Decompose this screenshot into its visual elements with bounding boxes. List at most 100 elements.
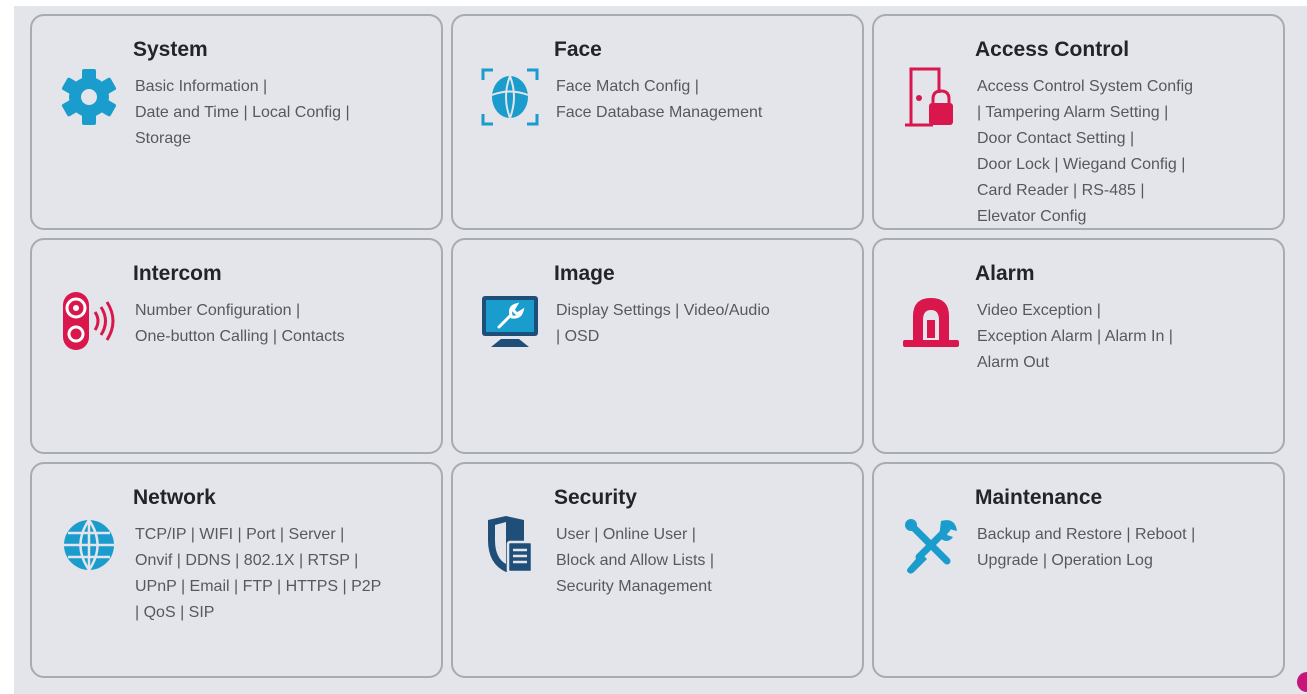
- link-tcp-ip[interactable]: TCP/IP |: [135, 526, 195, 543]
- link-date-and-time[interactable]: Date and Time |: [135, 104, 248, 121]
- link-p2p[interactable]: P2P: [347, 578, 381, 595]
- link-port[interactable]: Port |: [242, 526, 284, 543]
- links-row: Date and Time | Local Config |: [135, 100, 435, 126]
- card-links: Display Settings | Video/Audio | OSD: [556, 298, 856, 350]
- link-onvif[interactable]: Onvif |: [135, 552, 181, 569]
- card-network[interactable]: Network TCP/IP | WIFI | Port | Server | …: [30, 462, 443, 678]
- link-tampering-alarm-setting[interactable]: | Tampering Alarm Setting |: [977, 104, 1168, 121]
- link-elevator-config[interactable]: Elevator Config: [977, 208, 1086, 225]
- link-operation-log[interactable]: Operation Log: [1047, 552, 1152, 569]
- tools-icon: [896, 510, 966, 580]
- gear-icon: [54, 62, 124, 132]
- card-security[interactable]: Security User | Online User | Block and …: [451, 462, 864, 678]
- links-row: | OSD: [556, 324, 856, 350]
- link-basic-information[interactable]: Basic Information |: [135, 78, 267, 95]
- link-face-match-config[interactable]: Face Match Config |: [556, 78, 699, 95]
- link-https[interactable]: HTTPS |: [281, 578, 347, 595]
- links-row: Upgrade | Operation Log: [977, 548, 1277, 574]
- shield-document-icon: [475, 510, 545, 580]
- link-user[interactable]: User |: [556, 526, 598, 543]
- link-upnp[interactable]: UPnP |: [135, 578, 185, 595]
- card-intercom[interactable]: Intercom Number Configuration | One-butt…: [30, 238, 443, 454]
- link-face-database-management[interactable]: Face Database Management: [556, 104, 762, 121]
- link-ftp[interactable]: FTP |: [238, 578, 282, 595]
- card-title: System: [133, 38, 208, 61]
- card-alarm[interactable]: Alarm Video Exception | Exception Alarm …: [872, 238, 1285, 454]
- card-title: Security: [554, 486, 637, 509]
- card-links: Number Configuration | One-button Callin…: [135, 298, 435, 350]
- link-ddns[interactable]: DDNS |: [181, 552, 239, 569]
- links-row: | Tampering Alarm Setting |: [977, 100, 1277, 126]
- link-storage[interactable]: Storage: [135, 130, 191, 147]
- link-backup-and-restore[interactable]: Backup and Restore: [977, 526, 1126, 543]
- link-block-and-allow-lists[interactable]: Block and Allow Lists |: [556, 552, 714, 569]
- settings-grid: System Basic Information | Date and Time…: [30, 14, 1285, 678]
- link-osd[interactable]: | OSD: [556, 328, 599, 345]
- card-maintenance[interactable]: Maintenance Backup and Restore | Reboot …: [872, 462, 1285, 678]
- link-802-1x[interactable]: 802.1X |: [239, 552, 303, 569]
- link-video-exception[interactable]: Video Exception |: [977, 302, 1101, 319]
- links-row: Access Control System Config: [977, 74, 1277, 100]
- card-title: Face: [554, 38, 602, 61]
- card-title: Access Control: [975, 38, 1130, 61]
- card-image[interactable]: Image Display Settings | Video/Audio | O…: [451, 238, 864, 454]
- links-row: Basic Information |: [135, 74, 435, 100]
- link-online-user[interactable]: Online User |: [598, 526, 696, 543]
- links-row: Security Management: [556, 574, 856, 600]
- link-exception-alarm[interactable]: Exception Alarm |: [977, 328, 1101, 345]
- links-row: Door Contact Setting |: [977, 126, 1277, 152]
- links-row: One-button Calling | Contacts: [135, 324, 435, 350]
- links-row: Video Exception |: [977, 298, 1277, 324]
- link-rtsp[interactable]: RTSP |: [303, 552, 359, 569]
- card-title: Alarm: [975, 262, 1035, 285]
- links-row: Storage: [135, 126, 435, 152]
- card-links: User | Online User | Block and Allow Lis…: [556, 522, 856, 600]
- link-card-reader[interactable]: Card Reader |: [977, 182, 1077, 199]
- link-alarm-out[interactable]: Alarm Out: [977, 354, 1049, 371]
- link-reboot[interactable]: | Reboot |: [1126, 526, 1195, 543]
- card-title: Maintenance: [975, 486, 1103, 509]
- link-sip[interactable]: | SIP: [176, 604, 214, 621]
- card-links: Video Exception | Exception Alarm | Alar…: [977, 298, 1277, 376]
- link-display-settings[interactable]: Display Settings |: [556, 302, 679, 319]
- links-row: Alarm Out: [977, 350, 1277, 376]
- links-row: Block and Allow Lists |: [556, 548, 856, 574]
- link-server[interactable]: Server |: [284, 526, 345, 543]
- links-row: Face Database Management: [556, 100, 856, 126]
- links-row: Exception Alarm | Alarm In |: [977, 324, 1277, 350]
- links-row: Card Reader | RS-485 |: [977, 178, 1277, 204]
- link-wiegand-config[interactable]: Wiegand Config |: [1059, 156, 1185, 173]
- links-row: Number Configuration |: [135, 298, 435, 324]
- links-row: Face Match Config |: [556, 74, 856, 100]
- links-row: User | Online User |: [556, 522, 856, 548]
- link-upgrade[interactable]: Upgrade |: [977, 552, 1047, 569]
- link-local-config[interactable]: Local Config |: [248, 104, 350, 121]
- links-row: Backup and Restore | Reboot |: [977, 522, 1277, 548]
- card-links: Access Control System Config | Tampering…: [977, 74, 1277, 230]
- link-one-button-calling[interactable]: One-button Calling: [135, 328, 273, 345]
- link-alarm-in[interactable]: Alarm In |: [1101, 328, 1173, 345]
- link-wifi[interactable]: WIFI |: [195, 526, 241, 543]
- link-rs-485[interactable]: RS-485 |: [1077, 182, 1145, 199]
- link-qos[interactable]: | QoS: [135, 604, 176, 621]
- card-title: Network: [133, 486, 216, 509]
- card-title: Intercom: [133, 262, 222, 285]
- link-door-lock[interactable]: Door Lock |: [977, 156, 1059, 173]
- link-door-contact-setting[interactable]: Door Contact Setting |: [977, 130, 1134, 147]
- card-links: Backup and Restore | Reboot | Upgrade | …: [977, 522, 1277, 574]
- links-row: TCP/IP | WIFI | Port | Server |: [135, 522, 435, 548]
- link-contacts[interactable]: | Contacts: [273, 328, 345, 345]
- links-row: Elevator Config: [977, 204, 1277, 230]
- link-email[interactable]: Email |: [185, 578, 239, 595]
- link-security-management[interactable]: Security Management: [556, 578, 712, 595]
- card-system[interactable]: System Basic Information | Date and Time…: [30, 14, 443, 230]
- card-face[interactable]: Face Face Match Config | Face Database M…: [451, 14, 864, 230]
- card-links: Basic Information | Date and Time | Loca…: [135, 74, 435, 152]
- link-number-configuration[interactable]: Number Configuration |: [135, 302, 300, 319]
- face-scan-icon: [475, 62, 545, 132]
- link-video-audio[interactable]: Video/Audio: [679, 302, 770, 319]
- card-access-control[interactable]: Access Control Access Control System Con…: [872, 14, 1285, 230]
- link-access-control-system-config[interactable]: Access Control System Config: [977, 78, 1193, 95]
- links-row: Onvif | DDNS | 802.1X | RTSP |: [135, 548, 435, 574]
- links-row: UPnP | Email | FTP | HTTPS | P2P: [135, 574, 435, 600]
